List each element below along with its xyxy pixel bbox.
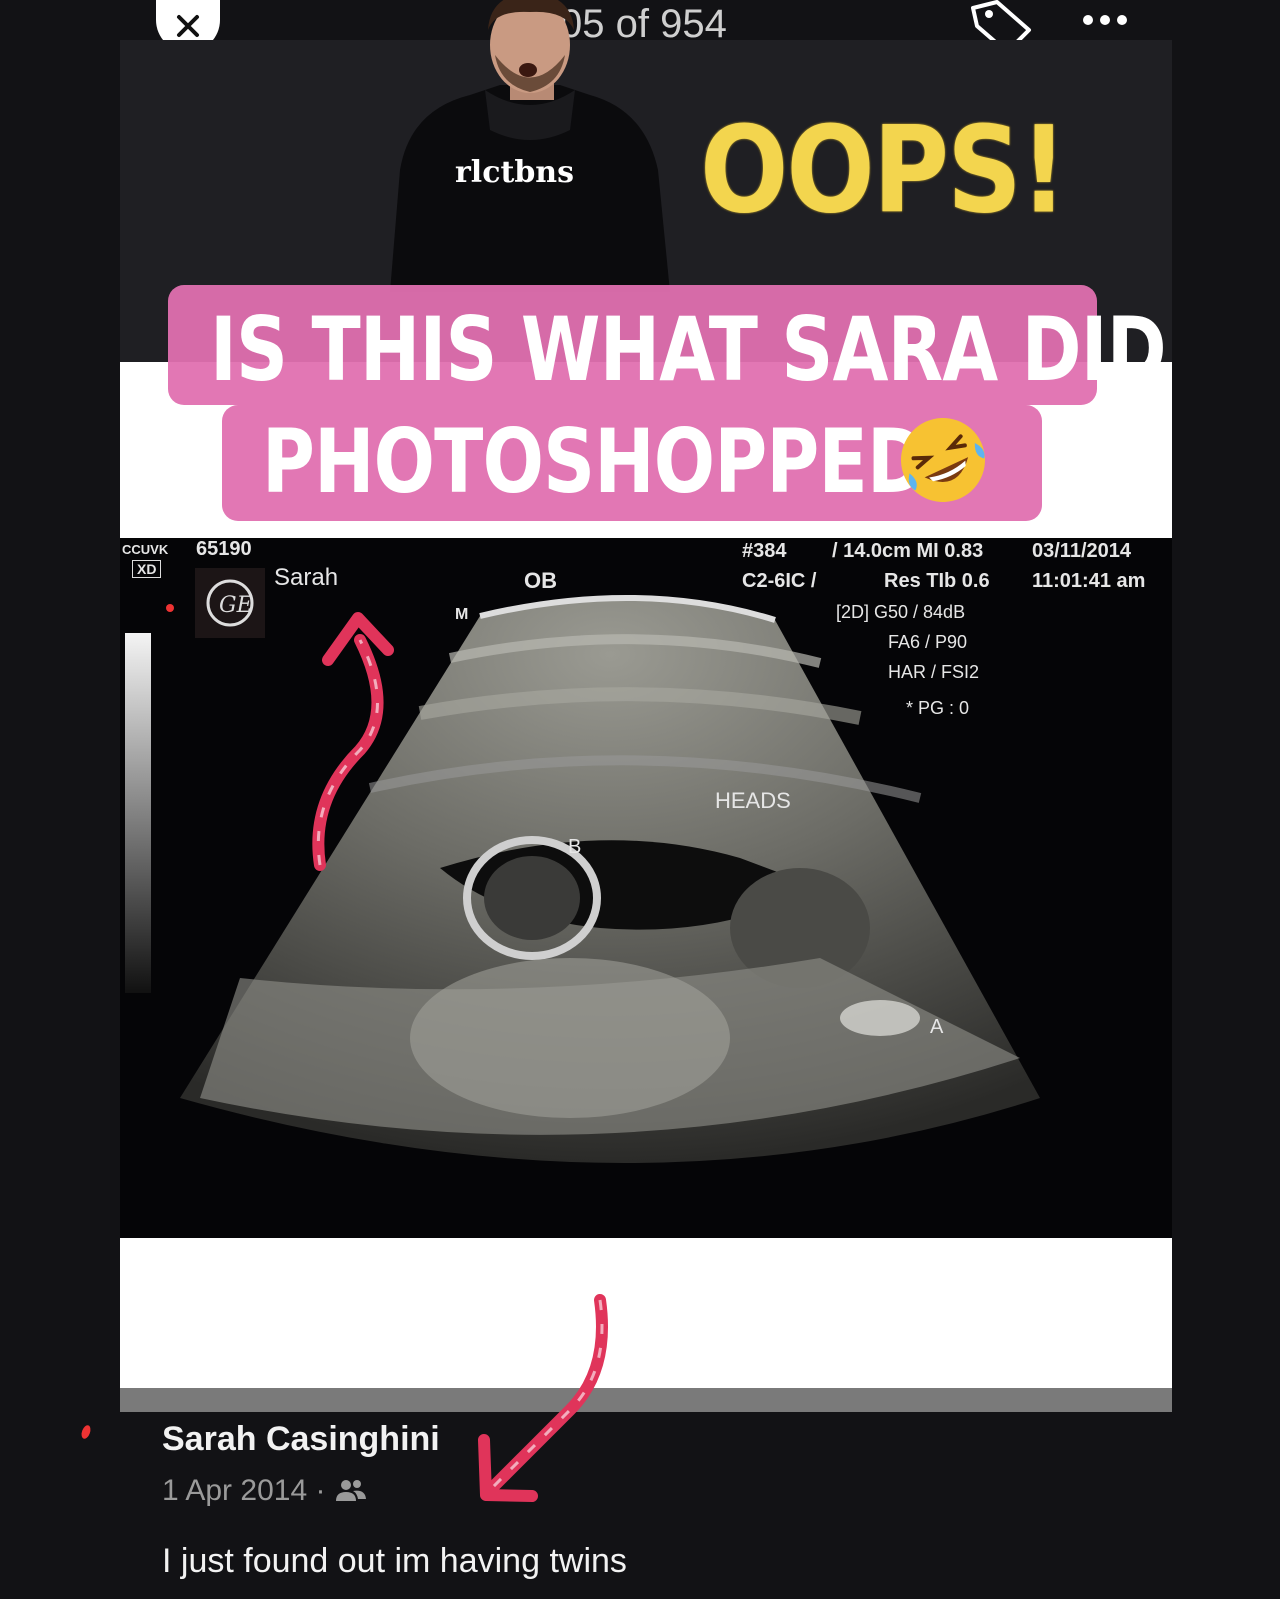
us-mode: OB bbox=[524, 568, 557, 593]
caption-line1: IS THIS WHAT SARA DID bbox=[210, 298, 1167, 401]
us-param-3: HAR / FSI2 bbox=[888, 662, 980, 682]
red-mark bbox=[79, 1424, 93, 1440]
us-id: 65190 bbox=[196, 538, 252, 560]
post-meta: 1 Apr 2014 · bbox=[162, 1474, 367, 1508]
post-author[interactable]: Sarah Casinghini bbox=[162, 1420, 440, 1459]
svg-text:GE: GE bbox=[219, 593, 253, 618]
us-param-2: FA6 / P90 bbox=[888, 632, 968, 652]
shirt-text: rlctbns bbox=[455, 155, 574, 190]
us-label-heads: HEADS bbox=[715, 788, 791, 813]
close-icon bbox=[177, 15, 199, 37]
us-xd: XD bbox=[132, 560, 162, 578]
arrow-up-icon bbox=[312, 612, 394, 871]
us-depth: / 14.0cm MI 0.83 bbox=[832, 540, 984, 562]
more-options-icon[interactable] bbox=[1080, 10, 1130, 30]
ultrasound-image: GE CCUVK 65190 XD Sarah OB M #384 C2-6IC… bbox=[120, 538, 1172, 1238]
us-probe: C2-6IC / bbox=[742, 570, 817, 592]
oops-sticker: OOPS! bbox=[700, 100, 1067, 241]
post-text: I just found out im having twins bbox=[162, 1542, 627, 1580]
us-param-4: * PG : 0 bbox=[906, 698, 970, 718]
us-date: 03/11/2014 bbox=[1032, 540, 1131, 562]
post-image-border-bottom bbox=[120, 1238, 1172, 1388]
us-patient-name: Sarah bbox=[274, 564, 339, 591]
caption-line2: PHOTOSHOPPED? bbox=[262, 410, 968, 513]
us-frame: #384 bbox=[742, 540, 787, 562]
us-param-1: [2D] G50 / 84dB bbox=[836, 602, 966, 622]
us-label-b: B bbox=[568, 836, 582, 858]
us-time: 11:01:41 am bbox=[1032, 570, 1146, 592]
us-res: Res TIb 0.6 bbox=[884, 570, 990, 592]
us-brand: CCUVK bbox=[122, 542, 169, 557]
ge-logo: GE bbox=[195, 568, 265, 638]
friends-icon bbox=[336, 1480, 367, 1501]
person-sticker: rlctbns bbox=[390, 0, 670, 292]
rolling-on-floor-laughing-emoji bbox=[901, 418, 985, 502]
arrow-down-icon bbox=[478, 1294, 608, 1502]
post-divider bbox=[120, 1388, 1172, 1412]
us-marker-m: M bbox=[455, 606, 469, 623]
us-label-a: A bbox=[930, 1016, 944, 1038]
ultrasound-scan-graphic bbox=[125, 595, 1040, 1163]
post-date[interactable]: 1 Apr 2014 · bbox=[162, 1474, 325, 1508]
